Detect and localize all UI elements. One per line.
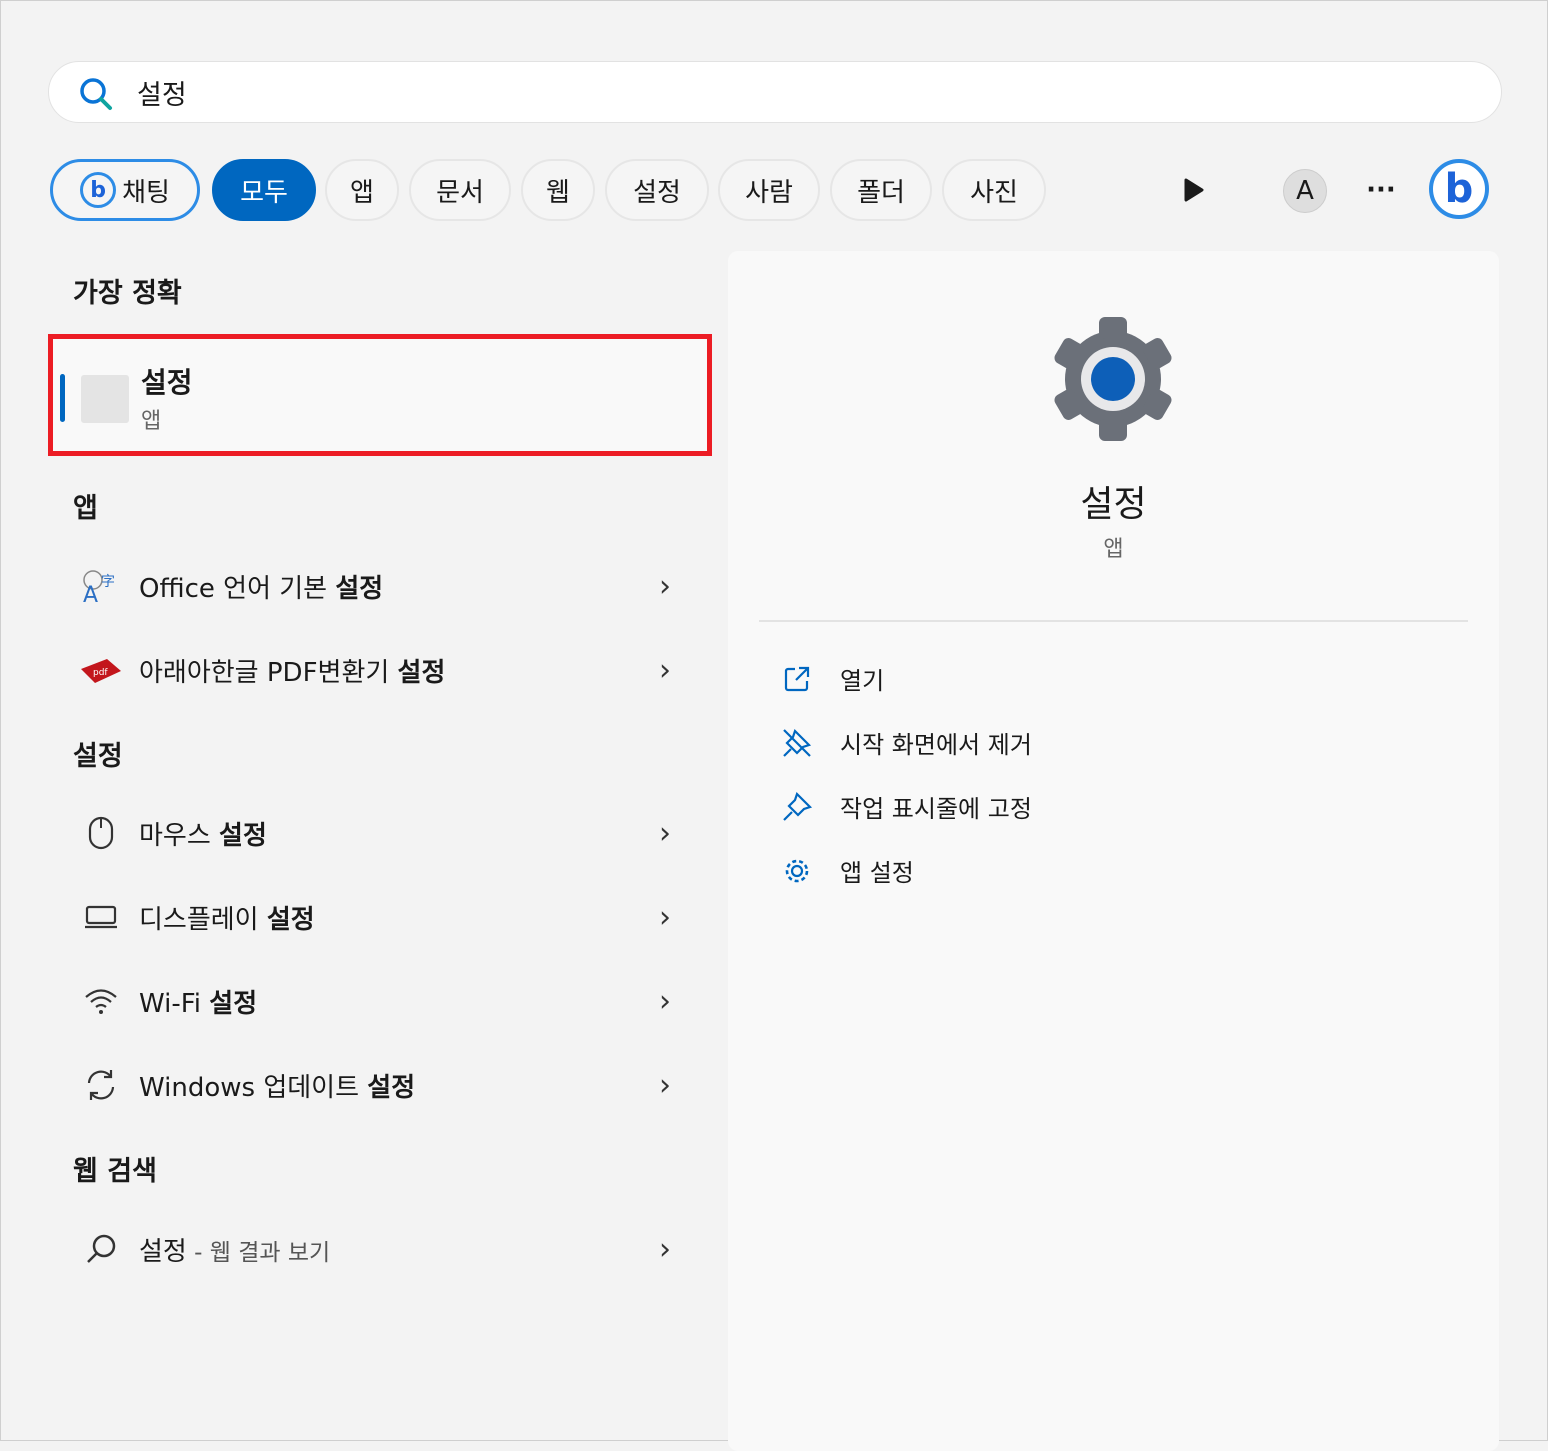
filter-chip[interactable]: 폴더 (830, 159, 932, 221)
more-filters-button[interactable] (1179, 166, 1209, 214)
action-label: 앱 설정 (840, 859, 914, 887)
web-heading: 웹 검색 (73, 1156, 157, 1187)
open-icon (780, 665, 814, 693)
web-suffix: - 웹 결과 보기 (186, 1239, 331, 1266)
item-label: Office 언어 기본 (139, 573, 336, 604)
preview-pane: 설정 앱 열기시작 화면에서 제거작업 표시줄에 고정앱 설정 (728, 251, 1499, 1451)
filter-chip[interactable]: 앱 (325, 159, 399, 221)
update-icon (71, 1067, 131, 1103)
result-title: 설정 (141, 366, 193, 399)
preview-action[interactable]: 작업 표시줄에 고정 (780, 789, 1032, 824)
filter-chip[interactable]: 문서 (409, 159, 511, 221)
search-input[interactable] (137, 72, 1437, 112)
svg-text:A: A (83, 583, 98, 604)
filter-chip[interactable]: 사람 (718, 159, 820, 221)
filter-chip[interactable]: 설정 (605, 159, 709, 221)
chevron-right-icon: › (659, 899, 671, 935)
web-search-result[interactable]: 설정 - 웹 결과 보기 › (61, 1214, 711, 1284)
display-icon (71, 904, 131, 930)
item-match: 설정 (209, 988, 258, 1019)
preview-title: 설정 (1080, 484, 1147, 525)
result-item[interactable]: Wi-Fi 설정 › (61, 966, 711, 1036)
unpin-icon (780, 727, 814, 759)
item-label: 디스플레이 (139, 904, 267, 935)
result-item[interactable]: Windows 업데이트 설정 › (61, 1050, 711, 1120)
chevron-right-icon: › (659, 1067, 671, 1103)
divider (759, 620, 1468, 622)
pdf-icon: pdf (71, 655, 131, 685)
item-label: Windows 업데이트 (139, 1072, 368, 1103)
filter-chip[interactable]: 모두 (212, 159, 316, 221)
search-icon (80, 78, 112, 110)
result-item[interactable]: 마우스 설정 › (61, 798, 711, 868)
gear-icon (780, 856, 814, 886)
item-match: 설정 (397, 657, 446, 688)
item-match: 설정 (367, 1072, 416, 1103)
filter-chip[interactable]: 사진 (942, 159, 1046, 221)
chat-button[interactable]: b 채팅 (50, 159, 200, 221)
item-match: 설정 (335, 573, 384, 604)
item-match: 설정 (266, 904, 315, 935)
item-label: Wi-Fi (139, 988, 210, 1019)
more-options-icon[interactable]: ··· (1361, 166, 1401, 214)
action-label: 열기 (840, 667, 885, 695)
item-label: 마우스 (139, 820, 220, 851)
chevron-right-icon: › (659, 815, 671, 851)
chevron-right-icon: › (659, 983, 671, 1019)
settings-app-icon (81, 375, 129, 423)
result-subtitle: 앱 (141, 409, 162, 434)
wifi-icon (71, 987, 131, 1015)
web-query: 설정 (139, 1236, 187, 1267)
svg-text:pdf: pdf (93, 668, 108, 678)
search-box[interactable] (48, 61, 1502, 123)
account-avatar[interactable]: A (1283, 169, 1327, 213)
item-label: 아래아한글 PDF변환기 (139, 657, 398, 688)
preview-action[interactable]: 앱 설정 (780, 853, 914, 888)
best-match-heading: 가장 정확 (73, 278, 182, 309)
svg-text:字: 字 (101, 574, 115, 590)
result-item[interactable]: A 字 Office 언어 기본 설정 › (61, 551, 711, 621)
apps-heading: 앱 (73, 493, 98, 524)
action-label: 시작 화면에서 제거 (840, 731, 1032, 759)
pin-icon (780, 791, 814, 823)
mouse-icon (71, 816, 131, 850)
best-match-result[interactable]: 설정 앱 (48, 334, 712, 456)
bing-chat-icon[interactable]: b (1429, 159, 1489, 219)
preview-action[interactable]: 열기 (780, 661, 884, 696)
filter-chip[interactable]: 웹 (521, 159, 595, 221)
result-item[interactable]: 디스플레이 설정 › (61, 882, 711, 952)
action-label: 작업 표시줄에 고정 (840, 795, 1032, 823)
settings-heading: 설정 (73, 741, 123, 772)
search-icon (71, 1233, 131, 1265)
preview-action[interactable]: 시작 화면에서 제거 (780, 725, 1032, 760)
chevron-right-icon: › (659, 1231, 671, 1267)
result-item[interactable]: pdf 아래아한글 PDF변환기 설정 › (61, 635, 711, 705)
preview-subtitle: 앱 (1103, 537, 1124, 562)
chevron-right-icon: › (659, 568, 671, 604)
settings-gear-icon (1052, 317, 1174, 441)
bing-icon: b (80, 172, 117, 208)
item-match: 설정 (219, 820, 267, 851)
selection-indicator (60, 374, 65, 422)
office-language-icon: A字 (71, 568, 131, 604)
play-icon (1184, 178, 1204, 202)
chevron-right-icon: › (659, 652, 671, 688)
